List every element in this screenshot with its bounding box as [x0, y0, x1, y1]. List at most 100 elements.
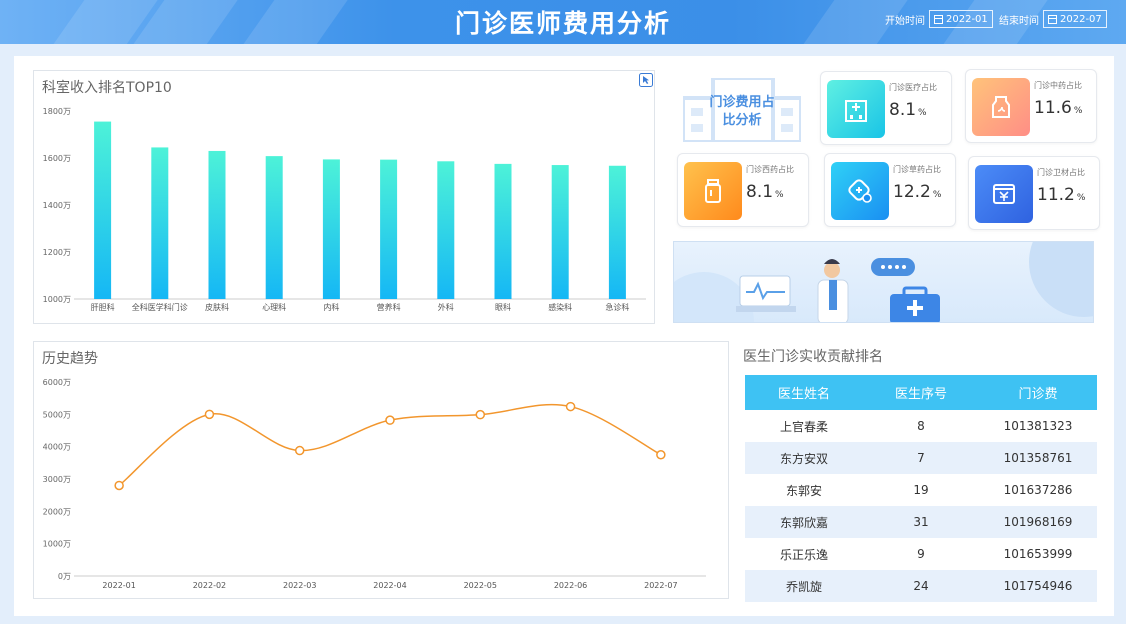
- end-date-input[interactable]: 2022-07: [1043, 10, 1107, 28]
- herb-bottle-icon: [972, 78, 1030, 136]
- share-card-value: 11.6%: [1034, 98, 1083, 118]
- share-card-label: 门诊医疗占比: [889, 83, 937, 92]
- x-tick-label: 全科医学科门诊: [132, 302, 188, 312]
- share-card-chinese-medicine[interactable]: 门诊中药占比 11.6%: [965, 69, 1097, 143]
- history-trend-line-chart: 0万 1000万 2000万 3000万 4000万 5000万 6000万 2022-01 2…: [43, 378, 706, 590]
- share-card-label: 门诊草药占比: [893, 165, 941, 174]
- table-row[interactable]: 东郭欣嘉 31 101968169: [745, 506, 1097, 538]
- doctor-name-cell: 上官春柔: [779, 419, 828, 434]
- data-point[interactable]: [385, 415, 395, 425]
- x-tick-label: 2022-07: [644, 581, 677, 590]
- data-point[interactable]: [475, 409, 486, 420]
- data-point[interactable]: [656, 450, 666, 460]
- history-trend-panel: 历史趋势 0万 1000万 2000万 3000万 4000万 5000万 6000万 202…: [33, 341, 729, 599]
- share-card-value: 12.2%: [893, 182, 942, 202]
- x-tick-label: 2022-03: [283, 581, 316, 590]
- share-card-consumables[interactable]: 门诊卫材占比 11.2%: [968, 156, 1100, 230]
- table-row[interactable]: 乐正乐逸 9 101653999: [745, 538, 1097, 570]
- table-row[interactable]: 东郭安 19 101637286: [745, 474, 1097, 506]
- y-tick-label: 2000万: [43, 507, 71, 516]
- doctor-id-cell: 19: [913, 483, 929, 497]
- doctor-name-cell: 乐正乐逸: [779, 547, 828, 562]
- fee-cell: 101358761: [979, 442, 1097, 474]
- bar[interactable]: [208, 150, 226, 299]
- x-tick-label: 感染科: [548, 302, 572, 312]
- share-card-medical[interactable]: 门诊医疗占比 8.1%: [820, 71, 952, 145]
- bar[interactable]: [265, 156, 283, 299]
- bar[interactable]: [608, 165, 626, 299]
- data-point[interactable]: [294, 445, 305, 456]
- x-tick-label: 营养科: [377, 302, 401, 312]
- column-header[interactable]: 门诊费: [979, 375, 1097, 410]
- end-date-value: 2022-07: [1060, 13, 1102, 25]
- share-card-value: 11.2%: [1037, 185, 1086, 205]
- share-card-herbal-medicine[interactable]: 门诊草药占比 12.2%: [824, 153, 956, 227]
- y-tick-label: 0万: [58, 572, 71, 581]
- doctor-banner: [673, 241, 1094, 323]
- y-tick-label: 6000万: [43, 378, 71, 387]
- doctor-illustration-icon: [674, 242, 1093, 322]
- x-tick-label: 2022-02: [193, 581, 226, 590]
- x-tick-label: 肝胆科: [91, 302, 115, 312]
- fee-cell: 101754946: [979, 570, 1097, 602]
- table-row[interactable]: 东方安双 7 101358761: [745, 442, 1097, 474]
- bar[interactable]: [494, 163, 512, 299]
- data-point[interactable]: [565, 401, 576, 412]
- pill-icon: [831, 162, 889, 220]
- doctor-name-cell: 东方安双: [745, 442, 863, 474]
- bar[interactable]: [322, 159, 340, 299]
- data-point[interactable]: [204, 409, 215, 420]
- x-tick-label: 心理科: [262, 302, 286, 312]
- x-tick-label: 急诊科: [605, 302, 629, 312]
- dashboard-body: 科室收入排名TOP10 1000万 1200万 1400万 1600万 1800万 肝胆科…: [14, 56, 1114, 616]
- y-tick-label: 1400万: [43, 201, 71, 210]
- start-date-value: 2022-01: [946, 13, 988, 25]
- bar[interactable]: [437, 161, 455, 299]
- start-date-input[interactable]: 2022-01: [929, 10, 993, 28]
- share-card-value: 8.1%: [889, 100, 927, 120]
- end-date-label: 结束时间: [999, 15, 1039, 27]
- y-tick-label: 1600万: [43, 154, 71, 163]
- doctor-id-cell: 31: [863, 506, 979, 538]
- y-tick-label: 1800万: [43, 107, 71, 116]
- fee-cell: 101637286: [1003, 483, 1073, 497]
- doctor-id-cell: 24: [863, 570, 979, 602]
- doctor-rank-title: 医生门诊实收贡献排名: [743, 349, 883, 365]
- share-card-value: 8.1%: [746, 182, 784, 202]
- share-card-label: 门诊卫材占比: [1037, 168, 1085, 177]
- doctor-name-cell: 东郭安: [785, 483, 822, 498]
- doctor-rank-table: 医生姓名 医生序号 门诊费 上官春柔 8 101381323 东方安双 7 101358…: [745, 375, 1097, 602]
- calendar-icon: [1048, 14, 1057, 24]
- calendar-icon: [934, 14, 943, 24]
- y-tick-label: 1200万: [43, 248, 71, 257]
- table-row[interactable]: 上官春柔 8 101381323: [745, 410, 1097, 442]
- x-tick-label: 2022-04: [373, 581, 406, 590]
- x-tick-label: 皮肤科: [205, 302, 229, 312]
- y-tick-label: 5000万: [43, 410, 71, 419]
- doctor-id-cell: 8: [917, 419, 925, 433]
- header: 门诊医师费用分析 开始时间 2022-01 结束时间 2022-07: [0, 0, 1126, 44]
- bar[interactable]: [380, 159, 398, 299]
- column-header[interactable]: 医生序号: [863, 375, 979, 410]
- column-header[interactable]: 医生姓名: [745, 375, 863, 410]
- y-tick-label: 1000万: [43, 540, 71, 549]
- share-card-label: 门诊中药占比: [1034, 81, 1082, 90]
- share-card-western-medicine[interactable]: 门诊西药占比 8.1%: [677, 153, 809, 227]
- doctor-name-cell: 东郭欣嘉: [745, 506, 863, 538]
- cash-register-icon: [975, 165, 1033, 223]
- y-tick-label: 1000万: [43, 295, 71, 304]
- bar[interactable]: [551, 165, 569, 299]
- x-tick-label: 外科: [438, 302, 454, 312]
- bar[interactable]: [151, 147, 169, 299]
- fee-cell: 101968169: [979, 506, 1097, 538]
- x-tick-label: 2022-06: [554, 581, 587, 590]
- hospital-icon: [827, 80, 885, 138]
- income-rank-panel: 科室收入排名TOP10 1000万 1200万 1400万 1600万 1800万 肝胆科…: [33, 70, 655, 324]
- data-point[interactable]: [114, 480, 124, 491]
- bar[interactable]: [94, 121, 112, 299]
- fee-cell: 101653999: [1003, 547, 1073, 561]
- share-card-label: 门诊西药占比: [746, 165, 794, 174]
- table-row[interactable]: 乔凯旋 24 101754946: [745, 570, 1097, 602]
- start-date-filter: 开始时间 2022-01: [885, 10, 993, 28]
- x-tick-label: 2022-01: [102, 581, 135, 590]
